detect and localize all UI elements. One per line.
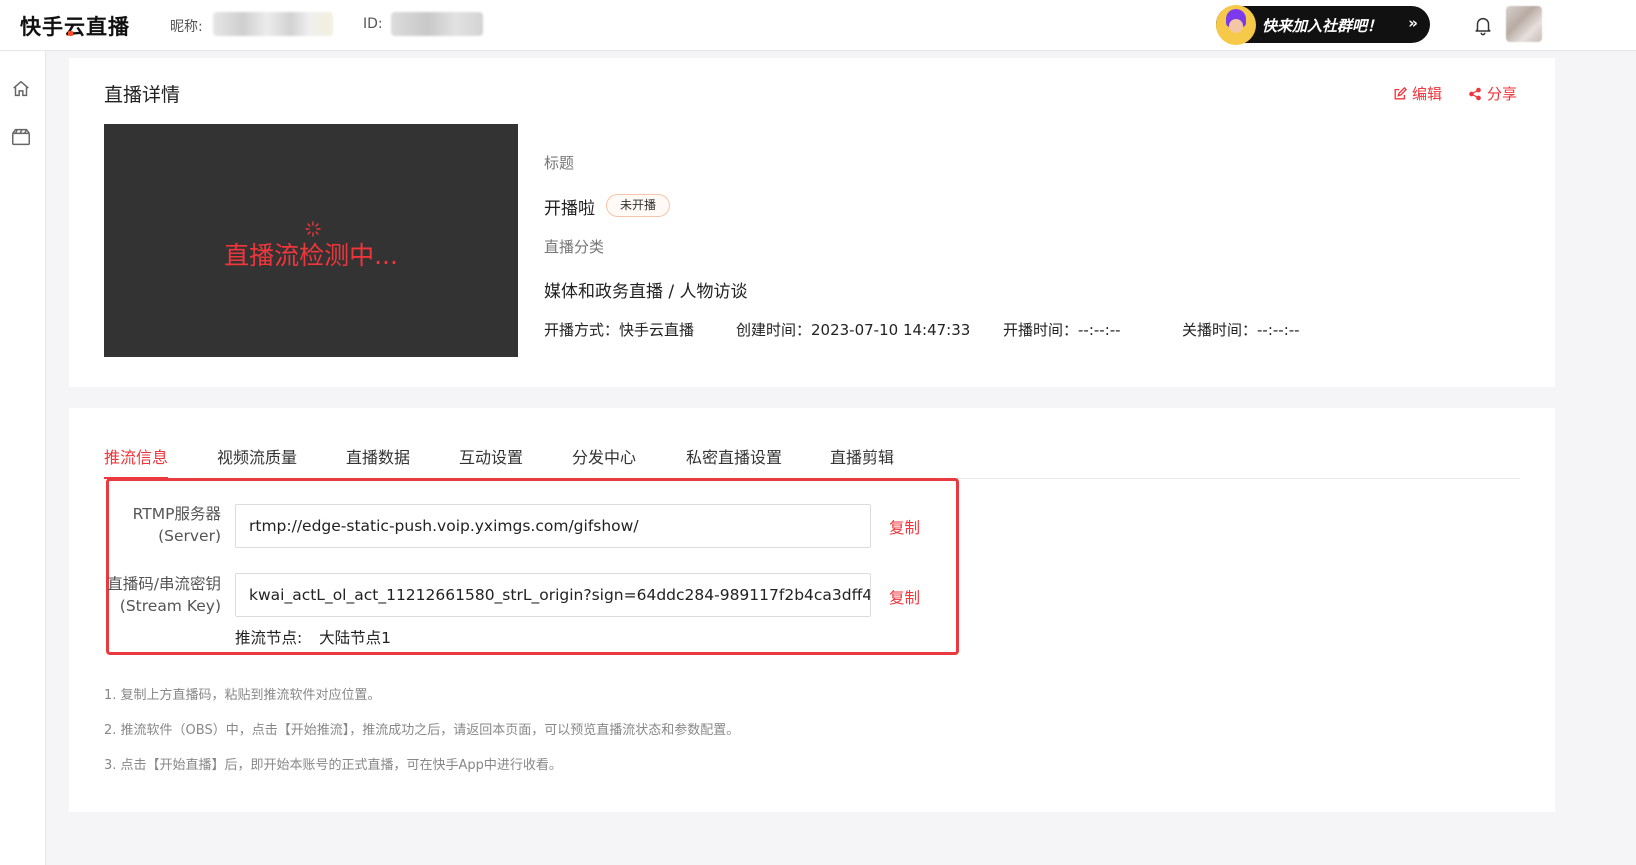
join-community-label: 快来加入社群吧！: [1262, 17, 1383, 35]
rtmp-server-label: RTMP服务器 (Server): [133, 503, 221, 547]
user-avatar[interactable]: [1506, 6, 1542, 42]
share-button[interactable]: 分享: [1468, 83, 1517, 104]
tip-1: 1. 复制上方直播码，粘贴到推流软件对应位置。: [104, 688, 381, 703]
start-time: 开播时间：--:--:--: [1003, 321, 1121, 339]
rtmp-server-label-line2: (Server): [158, 527, 221, 545]
copy-stream-key-button[interactable]: 复制: [889, 586, 920, 608]
status-badge: 未开播: [606, 194, 671, 217]
tab-push-info[interactable]: 推流信息: [104, 444, 169, 479]
tab-distribution-center[interactable]: 分发中心: [572, 444, 636, 479]
nickname-value-blurred: [213, 12, 333, 36]
stream-key-label: 直播码/串流密钥 (Stream Key): [107, 573, 221, 617]
push-node: 推流节点: 大陆节点1: [235, 626, 391, 648]
page-title: 直播详情: [104, 84, 181, 106]
stream-key-field[interactable]: kwai_actL_ol_act_11212661580_strL_origin…: [235, 573, 871, 617]
created-time: 创建时间：2023-07-10 14:47:33: [736, 321, 971, 339]
tip-2: 2. 推流软件（OBS）中，点击【开始推流】，推流成功之后，请返回本页面，可以预…: [104, 723, 740, 738]
top-bar: 快手云直播 昵称: ID: 快来加入社群吧！ »: [0, 0, 1636, 51]
left-rail: [0, 51, 46, 865]
tab-interaction-settings[interactable]: 互动设置: [459, 444, 523, 479]
share-label: 分享: [1487, 85, 1518, 103]
id-label: ID:: [363, 16, 383, 32]
logo-text-kuaishou: 快手: [20, 15, 64, 39]
broadcast-mode: 开播方式：快手云直播: [544, 321, 695, 339]
tab-bar: 推流信息 视频流质量 直播数据 互动设置 分发中心 私密直播设置 直播剪辑: [104, 444, 1520, 479]
community-avatar-icon: [1216, 5, 1256, 45]
tab-private-live-settings[interactable]: 私密直播设置: [686, 444, 782, 479]
tab-live-clip[interactable]: 直播剪辑: [830, 444, 894, 479]
push-node-label: 推流节点:: [235, 629, 303, 647]
loading-spinner-icon: [305, 221, 321, 237]
tab-video-quality[interactable]: 视频流质量: [217, 444, 297, 479]
double-chevron-right-icon: »: [1408, 14, 1418, 32]
edit-button[interactable]: 编辑: [1393, 83, 1442, 104]
edit-icon: [1394, 86, 1407, 99]
tab-live-data[interactable]: 直播数据: [346, 444, 410, 479]
end-time: 关播时间：--:--:--: [1182, 321, 1300, 339]
nickname-label: 昵称:: [170, 19, 203, 35]
share-icon: [1469, 87, 1481, 100]
push-info-card: 推流信息 视频流质量 直播数据 互动设置 分发中心 私密直播设置 直播剪辑 RT…: [69, 408, 1555, 812]
copy-server-button[interactable]: 复制: [889, 516, 920, 538]
category-label: 直播分类: [544, 238, 605, 256]
push-node-value: 大陆节点1: [319, 629, 392, 647]
video-library-icon[interactable]: [10, 126, 32, 148]
live-detail-card: 直播详情 编辑 分享 直播流检测中... 标题 开播啦 未开播 直播分类 媒体和…: [69, 58, 1555, 387]
rtmp-server-label-line1: RTMP服务器: [132, 505, 221, 523]
rtmp-server-field[interactable]: rtmp://edge-static-push.voip.yximgs.com/…: [235, 504, 871, 548]
stream-key-label-line1: 直播码/串流密钥: [107, 575, 221, 593]
title-label: 标题: [544, 154, 575, 172]
category-value: 媒体和政务直播 / 人物访谈: [544, 282, 748, 302]
stream-detecting-text: 直播流检测中...: [224, 241, 398, 270]
join-community-button[interactable]: 快来加入社群吧！ »: [1216, 5, 1430, 45]
live-title: 开播啦: [544, 199, 595, 219]
edit-label: 编辑: [1412, 85, 1443, 103]
logo-text-yun: 云: [64, 15, 86, 39]
home-icon[interactable]: [10, 78, 32, 100]
tip-3: 3. 点击【开始直播】后，即开始本账号的正式直播，可在快手App中进行收看。: [104, 758, 562, 773]
id-value-blurred: [391, 12, 483, 36]
logo-text-zhibo: 直播: [86, 15, 130, 39]
stream-key-label-line2: (Stream Key): [119, 597, 221, 615]
app-logo[interactable]: 快手云直播: [20, 11, 130, 41]
notification-bell-icon[interactable]: [1472, 14, 1494, 36]
